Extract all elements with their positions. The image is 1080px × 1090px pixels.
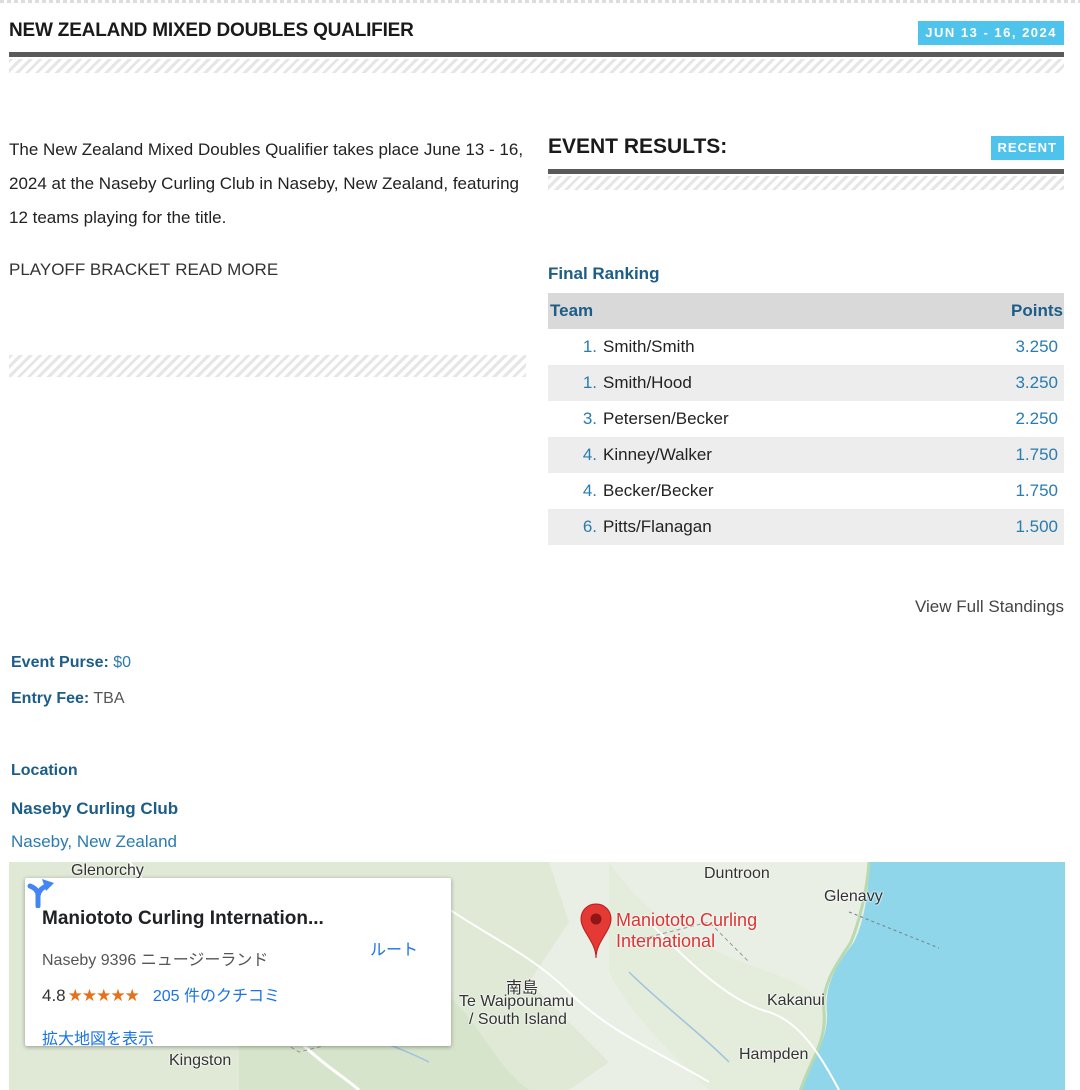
header-rule (9, 52, 1064, 57)
table-row: 3. Petersen/Becker 2.250 (548, 401, 1064, 437)
event-purse-label: Event Purse: (11, 654, 109, 671)
rank-cell: 4. (582, 481, 597, 500)
points-cell: 3.250 (923, 365, 1064, 401)
recent-badge[interactable]: RECENT (990, 136, 1064, 160)
rating-value: 4.8 (42, 986, 66, 1005)
embedded-map[interactable]: Glenorchy Duntroon Glenavy 南島 Te Waipoun… (9, 862, 1065, 1090)
event-purse: Event Purse: $0 (11, 654, 131, 672)
points-cell: 1.500 (923, 509, 1064, 545)
team-column-header: Team (548, 293, 924, 329)
map-pin-label-line1: Maniototo Curling (616, 910, 758, 930)
view-larger-map-link[interactable]: 拡大地図を表示 (42, 1025, 154, 1049)
entry-fee-value: TBA (93, 690, 125, 707)
club-name[interactable]: Naseby Curling Club (11, 799, 178, 819)
team-cell: Becker/Becker (603, 481, 714, 500)
ranking-table: Team Points 1. Smith/Smith 3.250 1. Smit… (548, 293, 1064, 545)
read-more-link[interactable]: READ MORE (175, 260, 278, 279)
event-description: The New Zealand Mixed Doubles Qualifier … (9, 140, 524, 227)
table-row: 1. Smith/Hood 3.250 (548, 365, 1064, 401)
directions-button[interactable]: ルート (370, 936, 418, 960)
page-title: NEW ZEALAND MIXED DOUBLES QUALIFIER (9, 20, 414, 41)
points-cell: 2.250 (1015, 409, 1058, 428)
map-place-duntroon: Duntroon (704, 865, 770, 882)
map-place-kakanui: Kakanui (767, 992, 825, 1009)
map-pin-icon[interactable] (579, 902, 613, 960)
results-hatch (548, 176, 1064, 190)
table-row: 4. Kinney/Walker 1.750 (548, 437, 1064, 473)
team-cell: Smith/Hood (603, 365, 924, 401)
team-cell: Smith/Smith (603, 337, 695, 356)
rank-cell: 3. (582, 409, 597, 428)
ranking-header-row: Team Points (548, 293, 1064, 329)
map-place-te-waipounamu: Te Waipounamu (459, 993, 575, 1010)
left-hatch (9, 355, 526, 377)
map-info-card: Maniototo Curling Internation... Naseby … (25, 878, 451, 1049)
event-purse-value: $0 (113, 654, 132, 671)
club-city: Naseby, New Zealand (11, 832, 177, 851)
entry-fee: Entry Fee: TBA (11, 690, 125, 708)
place-title: Maniototo Curling Internation... (42, 908, 324, 929)
playoff-bracket-link[interactable]: PLAYOFF BRACKET (9, 260, 170, 279)
rank-cell: 1. (548, 365, 603, 401)
map-place-south-island: / South Island (469, 1011, 567, 1028)
rank-cell: 6. (548, 509, 603, 545)
map-pin-label: Maniototo Curling International (616, 910, 757, 952)
entry-fee-label: Entry Fee: (11, 690, 90, 707)
top-border (0, 0, 1080, 3)
table-row: 4. Becker/Becker 1.750 (548, 473, 1064, 509)
rating-stars-icon: ★★★★★ (67, 986, 140, 1005)
date-badge: JUN 13 - 16, 2024 (918, 21, 1064, 45)
location-heading: Location (11, 762, 78, 779)
map-place-glenavy: Glenavy (824, 888, 883, 905)
map-pin-label-line2: International (616, 931, 716, 951)
map-place-kingston: Kingston (169, 1052, 232, 1069)
view-full-standings-link[interactable]: View Full Standings (915, 597, 1064, 617)
points-cell: 1.750 (1015, 481, 1058, 500)
reviews-link[interactable]: 205 件のクチコミ (153, 988, 280, 1005)
points-cell: 1.750 (923, 437, 1064, 473)
table-row: 6. Pitts/Flanagan 1.500 (548, 509, 1064, 545)
rank-cell: 4. (548, 437, 603, 473)
map-place-hampden: Hampden (739, 1046, 809, 1063)
place-rating: 4.8 ★★★★★ 205 件のクチコミ (42, 982, 280, 1006)
results-rule (548, 169, 1064, 174)
team-cell: Kinney/Walker (603, 437, 924, 473)
points-column-header: Points (923, 293, 1064, 329)
table-row: 1. Smith/Smith 3.250 (548, 329, 1064, 365)
team-cell: Petersen/Becker (603, 409, 729, 428)
event-links: PLAYOFF BRACKET READ MORE (9, 260, 283, 280)
points-cell: 3.250 (1015, 337, 1058, 356)
rank-cell: 1. (582, 337, 597, 356)
results-title: EVENT RESULTS: (548, 135, 728, 158)
directions-icon[interactable] (25, 878, 55, 908)
place-address: Naseby 9396 ニュージーランド (42, 952, 269, 969)
final-ranking-title: Final Ranking (548, 264, 660, 283)
header-hatch (9, 59, 1064, 73)
team-cell: Pitts/Flanagan (603, 509, 924, 545)
